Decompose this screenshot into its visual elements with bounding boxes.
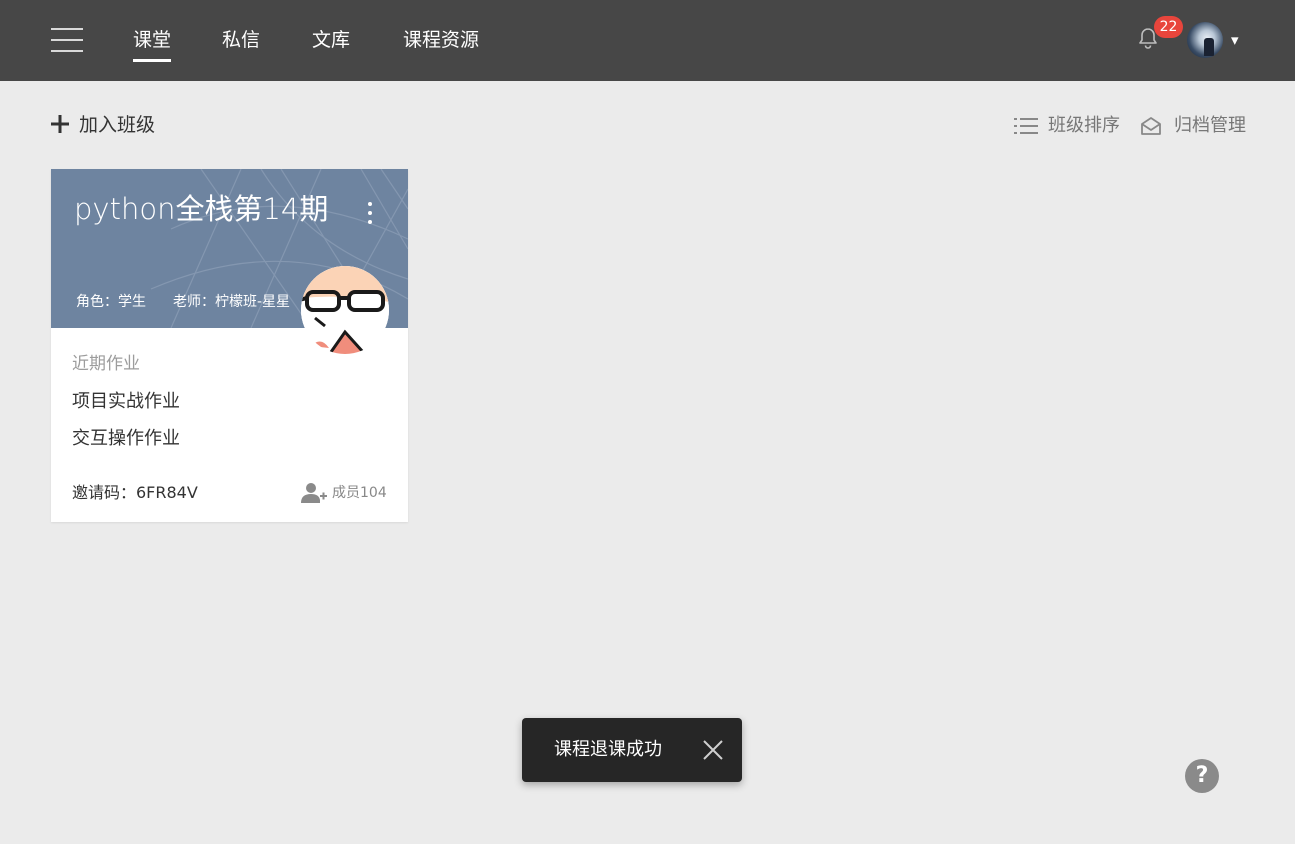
tab-classroom[interactable]: 课堂 (133, 27, 172, 62)
toast-notification: 课程退课成功 (522, 718, 742, 782)
course-title[interactable]: python全栈第14期 (74, 191, 328, 227)
top-navigation-bar: 课堂 私信 文库 课程资源 22 ▾ (0, 0, 1295, 81)
chevron-down-icon[interactable]: ▾ (1231, 31, 1239, 49)
archive-management-button[interactable]: 归档管理 (1140, 114, 1250, 140)
sort-classes-button[interactable]: 班级排序 (1014, 114, 1124, 140)
join-class-label: 加入班级 (79, 114, 156, 136)
archive-management-label: 归档管理 (1174, 115, 1246, 136)
archive-envelope-icon (1141, 117, 1161, 135)
tab-messages[interactable]: 私信 (222, 27, 260, 57)
sort-classes-label: 班级排序 (1048, 115, 1120, 136)
recent-homework-label: 近期作业 (72, 354, 140, 374)
course-card[interactable]: python全栈第14期 角色：学生 老师：柠檬班-星星 近期作业 项目实战作业… (51, 169, 408, 522)
invite-code: 邀请码：6FR84V (72, 483, 198, 502)
more-options-icon[interactable] (360, 199, 380, 229)
members-link[interactable]: 成员104 (301, 482, 388, 504)
toast-message: 课程退课成功 (554, 739, 662, 760)
tab-course-resources[interactable]: 课程资源 (403, 27, 479, 57)
homework-item[interactable]: 项目实战作业 (72, 390, 180, 414)
close-icon[interactable] (703, 740, 723, 760)
homework-item[interactable]: 交互操作作业 (72, 427, 180, 451)
notification-count-badge: 22 (1154, 16, 1183, 38)
plus-icon (51, 115, 69, 133)
menu-icon[interactable] (51, 27, 83, 53)
help-icon[interactable]: ? (1185, 759, 1219, 793)
user-avatar[interactable] (1187, 22, 1223, 58)
tab-library[interactable]: 文库 (312, 27, 350, 57)
course-role: 角色：学生 (76, 294, 146, 310)
add-member-icon (301, 483, 327, 503)
members-count: 成员104 (332, 485, 387, 501)
teacher-avatar[interactable] (301, 266, 389, 354)
course-teacher: 老师：柠檬班-星星 (173, 294, 291, 310)
list-icon (1014, 118, 1038, 134)
